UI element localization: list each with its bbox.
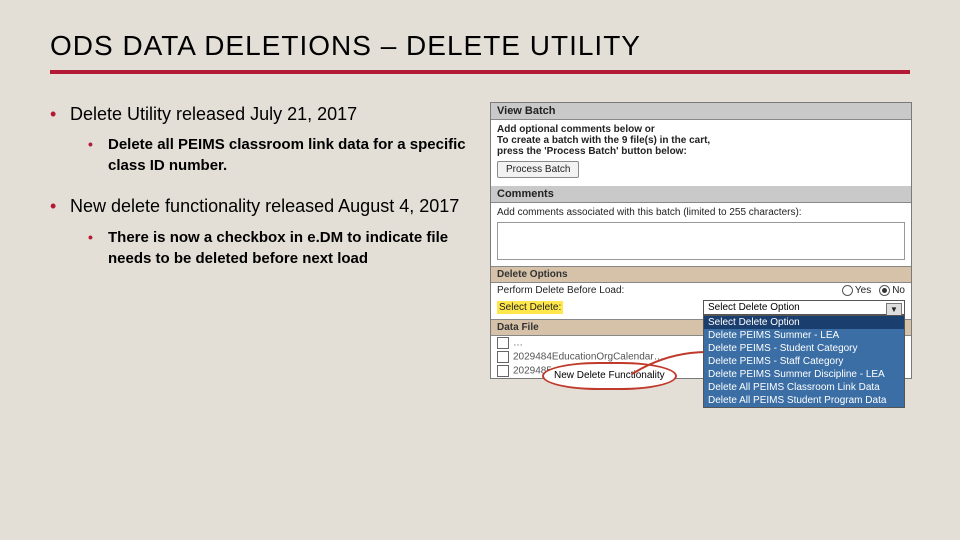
- radio-yes-label: Yes: [855, 285, 871, 296]
- radio-yes[interactable]: Yes: [842, 285, 871, 296]
- radio-no[interactable]: No: [879, 285, 905, 296]
- dropdown-option[interactable]: Delete All PEIMS Classroom Link Data: [704, 381, 904, 394]
- checkbox-icon[interactable]: [497, 351, 509, 363]
- dropdown-selected: Select Delete Option: [704, 301, 904, 314]
- select-delete-label: Select Delete:: [497, 301, 563, 314]
- slide: ODS DATA DELETIONS – DELETE UTILITY Dele…: [0, 0, 960, 540]
- sub-bullet-item: There is now a checkbox in e.DM to indic…: [88, 227, 470, 269]
- intro-line: press the 'Process Batch' button below:: [497, 146, 905, 157]
- perform-delete-row: Perform Delete Before Load: Yes No: [491, 283, 911, 298]
- view-batch-header: View Batch: [491, 103, 911, 120]
- title-rule: [50, 70, 910, 74]
- bullet-list: Delete Utility released July 21, 2017 De…: [50, 102, 470, 269]
- radio-dot-icon: [879, 285, 890, 296]
- checkbox-icon[interactable]: [497, 337, 509, 349]
- bullet-item: Delete Utility released July 21, 2017 De…: [50, 102, 470, 176]
- checkbox-icon[interactable]: [497, 365, 509, 377]
- process-batch-button[interactable]: Process Batch: [497, 161, 579, 178]
- perform-delete-label: Perform Delete Before Load:: [497, 285, 624, 296]
- comments-header: Comments: [491, 186, 911, 203]
- sub-bullet-list: Delete all PEIMS classroom link data for…: [70, 134, 470, 176]
- dropdown-option[interactable]: Delete All PEIMS Student Program Data: [704, 394, 904, 407]
- file-name: …: [513, 338, 523, 349]
- comments-hint: Add comments associated with this batch …: [491, 203, 911, 222]
- right-column: View Batch Add optional comments below o…: [490, 102, 910, 379]
- intro-line: To create a batch with the 9 file(s) in …: [497, 135, 905, 146]
- dropdown-option[interactable]: Delete PEIMS Summer Discipline - LEA: [704, 368, 904, 381]
- left-column: Delete Utility released July 21, 2017 De…: [50, 102, 470, 379]
- select-delete-row: Select Delete: Select Delete Option ▼ Se…: [491, 298, 911, 317]
- dropdown-option[interactable]: Delete PEIMS - Student Category: [704, 342, 904, 355]
- intro-text: Add optional comments below or To create…: [491, 120, 911, 186]
- sub-bullet-list: There is now a checkbox in e.DM to indic…: [70, 227, 470, 269]
- screenshot-panel: View Batch Add optional comments below o…: [490, 102, 912, 379]
- body-columns: Delete Utility released July 21, 2017 De…: [50, 102, 910, 379]
- select-delete-dropdown[interactable]: Select Delete Option ▼ Select Delete Opt…: [703, 300, 905, 315]
- bullet-text: New delete functionality released August…: [70, 196, 459, 216]
- intro-line: Add optional comments below or: [497, 124, 905, 135]
- dropdown-option[interactable]: Delete PEIMS Summer - LEA: [704, 329, 904, 342]
- delete-options-header: Delete Options: [491, 266, 911, 283]
- dropdown-option[interactable]: Delete PEIMS - Staff Category: [704, 355, 904, 368]
- comments-textarea[interactable]: [497, 222, 905, 260]
- bullet-item: New delete functionality released August…: [50, 194, 470, 268]
- radio-dot-icon: [842, 285, 853, 296]
- radio-no-label: No: [892, 285, 905, 296]
- bullet-text: Delete Utility released July 21, 2017: [70, 104, 357, 124]
- sub-bullet-item: Delete all PEIMS classroom link data for…: [88, 134, 470, 176]
- dropdown-option[interactable]: Select Delete Option: [704, 316, 904, 329]
- slide-title: ODS DATA DELETIONS – DELETE UTILITY: [50, 30, 910, 62]
